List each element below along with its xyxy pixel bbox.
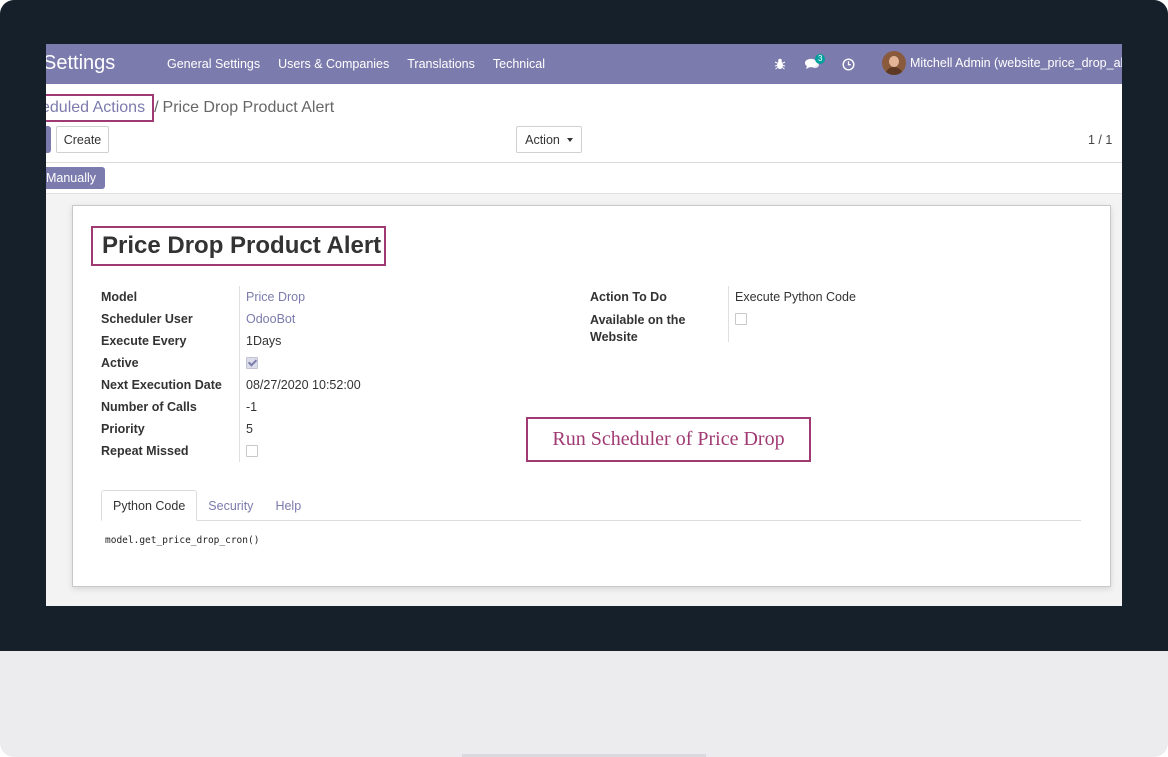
field-value: Execute Python Code xyxy=(735,290,856,304)
breadcrumb-separator: / xyxy=(154,99,159,116)
menu-users-companies[interactable]: Users & Companies xyxy=(278,57,389,71)
scheduler-user-link[interactable]: OdooBot xyxy=(246,312,295,326)
field-value: 08/27/2020 10:52:00 xyxy=(246,378,361,392)
field-label: Priority xyxy=(101,422,145,436)
bug-icon[interactable] xyxy=(770,54,790,74)
field-label: Action To Do xyxy=(590,290,667,304)
record-title: Price Drop Product Alert xyxy=(102,232,382,259)
active-checkbox[interactable] xyxy=(246,357,258,369)
field-label: Active xyxy=(101,356,139,370)
field-label: Scheduler User xyxy=(101,312,193,326)
field-repeat-missed: Repeat Missed xyxy=(101,440,541,462)
python-code-editor[interactable]: model.get_price_drop_cron() xyxy=(105,535,259,546)
field-label-line: Available on the xyxy=(590,313,686,327)
field-value: -1 xyxy=(246,400,258,414)
annotation-text: Run Scheduler of Price Drop xyxy=(552,428,785,450)
run-manually-button[interactable]: Manually xyxy=(46,167,105,189)
field-number-of-calls: Number of Calls -1 xyxy=(101,396,541,418)
tab-python-code[interactable]: Python Code xyxy=(101,490,198,521)
field-label: Repeat Missed xyxy=(101,444,189,458)
available-on-website-checkbox[interactable] xyxy=(735,313,747,325)
field-active: Active xyxy=(101,352,541,374)
action-dropdown[interactable]: Action xyxy=(516,126,582,153)
systray: 3 xyxy=(770,44,870,84)
pager[interactable]: 1 / 1 xyxy=(1088,133,1112,147)
field-group-left: Model Price Drop Scheduler User OdooBot Ex… xyxy=(101,286,541,462)
clock-icon[interactable] xyxy=(838,54,858,74)
field-available-on-website: Available on the Website xyxy=(590,308,1030,344)
field-label-line: Website xyxy=(590,330,638,344)
breadcrumb: eduled Actions / Price Drop Product Aler… xyxy=(46,94,334,122)
user-avatar xyxy=(882,51,906,75)
user-menu[interactable]: Mitchell Admin (website_price_drop_alert… xyxy=(882,51,1122,75)
field-group-right: Action To Do Execute Python Code Availabl… xyxy=(590,286,1030,344)
record-title-box: Price Drop Product Alert xyxy=(91,226,386,266)
form-sheet: Price Drop Product Alert Model Price Drop… xyxy=(72,205,1111,587)
user-name: Mitchell Admin (website_price_drop_alert… xyxy=(910,56,1122,70)
caret-down-icon xyxy=(566,137,573,142)
breadcrumb-scheduled-actions[interactable]: eduled Actions xyxy=(46,94,155,122)
annotation-box: Run Scheduler of Price Drop xyxy=(526,417,811,462)
chat-icon[interactable]: 3 xyxy=(802,54,826,74)
notebook-tabs: Python Code Security Help xyxy=(101,490,1081,521)
statusbar: Manually xyxy=(46,163,1122,193)
app-screen: Settings General Settings Users & Compan… xyxy=(46,44,1122,606)
menu-translations[interactable]: Translations xyxy=(407,57,475,71)
menu-general-settings[interactable]: General Settings xyxy=(167,57,260,71)
top-navbar: Settings General Settings Users & Compan… xyxy=(46,44,1122,84)
field-label: Model xyxy=(101,290,138,304)
menu-technical[interactable]: Technical xyxy=(493,57,545,71)
main-menu: General Settings Users & Companies Trans… xyxy=(167,44,563,84)
repeat-missed-checkbox[interactable] xyxy=(246,445,258,457)
model-link[interactable]: Price Drop xyxy=(246,290,305,304)
field-action-to-do: Action To Do Execute Python Code xyxy=(590,286,1030,308)
field-label: Available on the Website xyxy=(590,312,725,346)
device-stand xyxy=(0,651,1168,757)
field-label: Number of Calls xyxy=(101,400,197,414)
create-button[interactable]: Create xyxy=(56,126,109,153)
action-label: Action xyxy=(525,132,560,147)
field-priority: Priority 5 xyxy=(101,418,541,440)
field-execute-every: Execute Every 1Days xyxy=(101,330,541,352)
field-label: Execute Every xyxy=(101,334,187,348)
field-label: Next Execution Date xyxy=(101,378,222,392)
edit-button[interactable] xyxy=(46,126,51,153)
breadcrumb-current: Price Drop Product Alert xyxy=(162,99,335,116)
tab-security[interactable]: Security xyxy=(197,490,264,521)
field-model: Model Price Drop xyxy=(101,286,541,308)
field-next-execution-date: Next Execution Date 08/27/2020 10:52:00 xyxy=(101,374,541,396)
field-value: 5 xyxy=(246,422,253,436)
field-scheduler-user: Scheduler User OdooBot xyxy=(101,308,541,330)
tab-help[interactable]: Help xyxy=(264,490,312,521)
field-value: 1Days xyxy=(246,334,282,348)
app-title[interactable]: Settings xyxy=(46,52,115,75)
messages-badge: 3 xyxy=(815,54,826,64)
breadcrumb-parent-label: eduled Actions xyxy=(46,99,146,116)
